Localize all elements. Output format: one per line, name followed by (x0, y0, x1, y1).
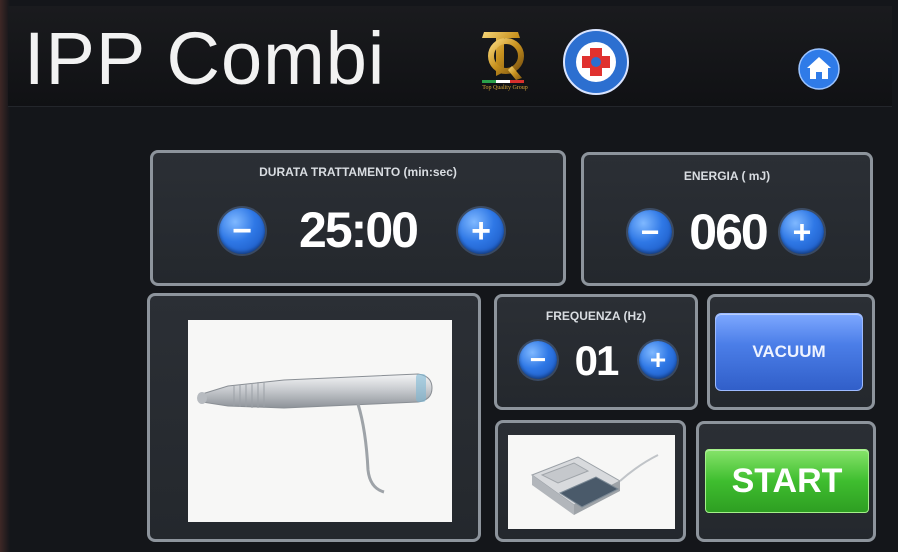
energia-panel: ENERGIA ( mJ) − 060 + (581, 152, 873, 286)
plus-icon: + (471, 211, 491, 250)
durata-panel: DURATA TRATTAMENTO (min:sec) − 25:00 + (150, 150, 566, 286)
minus-icon: − (640, 213, 660, 250)
frequenza-panel: FREQUENZA (Hz) − 01 + (494, 294, 698, 410)
footswitch-icon (530, 454, 659, 515)
app-title: IPP Combi (24, 17, 386, 100)
energia-label: ENERGIA ( mJ) (683, 169, 771, 183)
minus-icon: − (232, 211, 252, 250)
header-bar: IPP Combi Top Quality Group (8, 6, 892, 107)
durata-value: 25:00 (299, 202, 419, 258)
frequenza-minus-button[interactable]: − (519, 341, 557, 379)
footswitch-panel[interactable] (495, 420, 686, 542)
frequenza-label: FREQUENZA (Hz) (545, 309, 647, 323)
energia-value: 060 (689, 204, 768, 260)
plus-icon: + (792, 213, 812, 250)
energia-minus-button[interactable]: − (628, 210, 672, 254)
minus-icon: − (529, 344, 547, 375)
footswitch-image (508, 435, 675, 529)
handpiece-image (188, 320, 452, 522)
home-icon (798, 48, 840, 90)
durata-minus-button[interactable]: − (219, 208, 265, 254)
frequenza-value: 01 (574, 337, 620, 384)
durata-label: DURATA TRATTAMENTO (min:sec) (259, 165, 457, 179)
energia-plus-button[interactable]: + (780, 210, 824, 254)
top-quality-logo: Top Quality Group (466, 28, 544, 98)
medical-cross-icon (563, 29, 629, 95)
plus-icon: + (649, 344, 667, 375)
medical-body-point-logo (562, 28, 630, 96)
handpiece-icon (197, 373, 433, 494)
home-button[interactable] (798, 48, 840, 90)
start-button[interactable]: START (705, 449, 869, 513)
handpiece-panel[interactable] (147, 293, 481, 542)
frequenza-plus-button[interactable]: + (639, 341, 677, 379)
tq-logo-icon (482, 32, 524, 83)
vacuum-button[interactable]: VACUUM (715, 313, 863, 391)
durata-plus-button[interactable]: + (458, 208, 504, 254)
tq-logo-caption: Top Quality Group (482, 85, 528, 91)
